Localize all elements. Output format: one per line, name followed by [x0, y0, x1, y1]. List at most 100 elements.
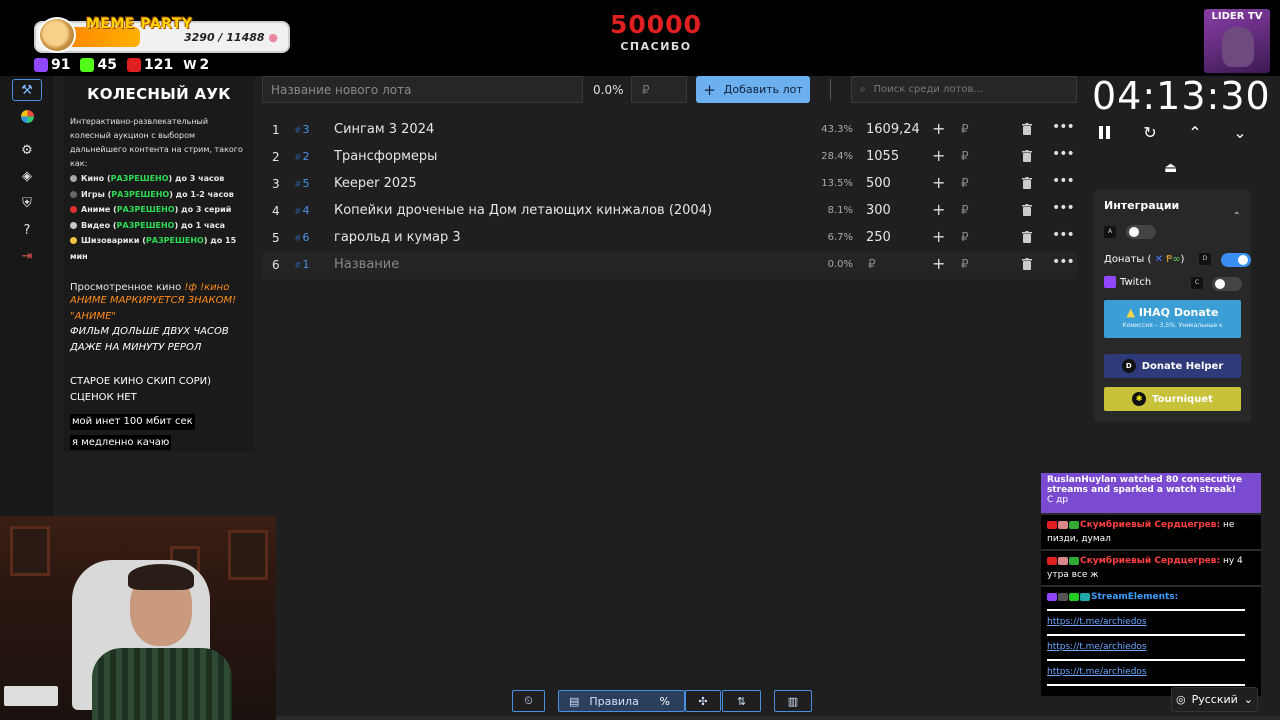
lot-name-input[interactable]: Название [334, 257, 399, 272]
sort-button[interactable]: ⇅ [722, 690, 761, 712]
new-lot-name-input[interactable]: Название нового лота [262, 76, 583, 103]
donation-goal: 50000 СПАСИБО [600, 10, 712, 53]
old-films-note: СТАРОЕ КИНО СКИП СОРИ) [70, 376, 212, 387]
stat-kick: 45 [80, 57, 117, 73]
lot-name-input[interactable]: Трансформеры [334, 149, 437, 164]
new-lot-amount-input[interactable]: ₽ [631, 76, 687, 103]
lot-percent: 6.7% [827, 232, 853, 243]
bottom-scroll-bar[interactable] [276, 716, 1280, 720]
lot-id: #3 [294, 123, 310, 136]
rules-button[interactable]: ▤ Правила% [558, 690, 685, 712]
goal-value: 50000 [610, 10, 702, 39]
chat-message: StreamElements: https://t.me/archiedos h… [1041, 585, 1261, 696]
rules-list: Кино (РАЗРЕШЕНО) до 3 часов Игры (РАЗРЕШ… [70, 171, 248, 264]
rule-item: Кино (РАЗРЕШЕНО) до 3 часов [70, 171, 248, 187]
chat-link[interactable]: https://t.me/archiedos [1047, 642, 1147, 652]
webcam-feed [0, 516, 276, 720]
donations-label: Донаты ( ✕ Ᵽ∞) [1104, 254, 1185, 265]
more-options-icon[interactable]: ••• [1052, 227, 1075, 243]
donations-toggle[interactable] [1221, 253, 1251, 267]
ruble-icon: ₽ [961, 257, 969, 271]
add-amount-button[interactable]: + [932, 146, 945, 165]
gear-icon[interactable]: ⚙ [17, 140, 37, 160]
chevron-up-icon[interactable]: ⌃ [1233, 211, 1241, 222]
lot-name-input[interactable]: гарольд и кумар 3 [334, 230, 461, 245]
collapse-icon[interactable]: ⏏ [1164, 160, 1177, 176]
lot-id: #5 [294, 177, 310, 190]
twitch-subs-icon [34, 58, 48, 72]
shield-icon[interactable]: ⛨ [17, 193, 37, 213]
more-options-icon[interactable]: ••• [1052, 254, 1075, 270]
more-options-icon[interactable]: ••• [1052, 200, 1075, 216]
lot-percent: 43.3% [821, 124, 853, 135]
sub-badge-icon [1069, 520, 1079, 529]
lot-name-input[interactable]: Keeper 2025 [334, 176, 417, 191]
pause-icon[interactable] [1093, 121, 1115, 143]
sub-badge-icon [1069, 556, 1079, 565]
lot-percent: 28.4% [821, 151, 853, 162]
add-amount-button[interactable]: + [932, 200, 945, 219]
gamepad-icon [70, 190, 77, 198]
lot-name-input[interactable]: Копейки дроченые на Дом летающих кинжало… [334, 203, 712, 218]
restart-icon[interactable]: ↻ [1139, 121, 1161, 143]
globe-icon: ◎ [1175, 693, 1186, 706]
chevron-down-icon[interactable]: ⌄ [1229, 121, 1251, 143]
avatar [1058, 556, 1068, 565]
language-select[interactable]: ◎ Русский ⌄ [1171, 687, 1258, 712]
integrations-title: Интеграции [1104, 199, 1180, 212]
trash-icon[interactable] [1022, 177, 1032, 189]
ihaq-donate-button[interactable]: ▲ IHAQ Donate Комиссия – 3,5%. Уникальны… [1104, 300, 1241, 338]
lot-row: 1 #3 Сингам 3 2024 43.3% 1609,24 + ₽ ••• [272, 119, 1075, 138]
chat-link[interactable]: https://t.me/archiedos [1047, 617, 1147, 627]
trash-icon[interactable] [1022, 258, 1032, 270]
live-badge-icon [1047, 556, 1057, 565]
infinity-icon: ∞ [1172, 254, 1181, 265]
timer-button[interactable]: ⏲ [512, 690, 545, 712]
twitch-badge-icon [1047, 592, 1057, 601]
logout-icon[interactable]: ⇥ [17, 246, 37, 266]
more-options-icon[interactable]: ••• [1052, 173, 1075, 189]
trash-icon[interactable] [1022, 123, 1032, 135]
chat-link[interactable]: https://t.me/archiedos [1047, 667, 1147, 677]
trash-icon[interactable] [1022, 231, 1032, 243]
lot-amount-input[interactable]: 500 [866, 176, 891, 191]
add-amount-button[interactable]: + [932, 119, 945, 138]
wheel-nav-icon[interactable] [17, 106, 37, 126]
stack-button[interactable]: ✣ [685, 690, 721, 712]
donate-helper-icon: D [1121, 359, 1136, 373]
add-amount-button[interactable]: + [932, 254, 945, 273]
layers-icon[interactable]: ◈ [17, 166, 37, 186]
trash-icon[interactable] [1022, 150, 1032, 162]
stream-chat: RuslanHuylan watched 80 consecutive stre… [1041, 473, 1261, 696]
more-options-icon[interactable]: ••• [1052, 146, 1075, 162]
net-note-2: я медленно качаю [70, 434, 172, 450]
lot-name-input[interactable]: Сингам 3 2024 [334, 122, 434, 137]
ruble-icon: ₽ [961, 203, 969, 217]
goal-label: СПАСИБО [620, 40, 692, 53]
rule-item: Аниме (РАЗРЕШЕНО) до 3 серий [70, 202, 248, 218]
twitch-toggle[interactable] [1212, 277, 1242, 291]
add-amount-button[interactable]: + [932, 227, 945, 246]
lot-amount-input[interactable]: 1055 [866, 149, 899, 164]
clear-button[interactable]: ▥ [774, 690, 812, 712]
streamer-hair [128, 564, 194, 590]
lot-amount-input[interactable]: 1609,24 [866, 122, 920, 137]
lot-amount-input[interactable]: 250 [866, 230, 891, 245]
donate-helper-button[interactable]: D Donate Helper [1104, 354, 1241, 378]
watched-films: Просмотренное кино !ф !кино [70, 282, 230, 293]
kick-icon [80, 58, 95, 72]
auction-nav-icon[interactable]: ⚒ [12, 79, 42, 101]
chevron-up-icon[interactable]: ⌃ [1184, 121, 1206, 143]
lot-search-input[interactable]: ⌕ Поиск среди лотов... [851, 76, 1077, 103]
help-icon[interactable]: ? [17, 220, 37, 240]
auto-toggle[interactable] [1126, 225, 1156, 239]
add-lot-button[interactable]: + Добавить лот [696, 76, 810, 103]
ruble-icon: ₽ [961, 230, 969, 244]
lot-id: #1 [294, 258, 310, 271]
lot-amount-input[interactable]: 300 [866, 203, 891, 218]
tourniquet-button[interactable]: ✱ Tourniquet [1104, 387, 1241, 411]
add-amount-button[interactable]: + [932, 173, 945, 192]
lot-amount-input[interactable]: ₽ [868, 257, 876, 271]
trash-icon[interactable] [1022, 204, 1032, 216]
more-options-icon[interactable]: ••• [1052, 119, 1075, 135]
